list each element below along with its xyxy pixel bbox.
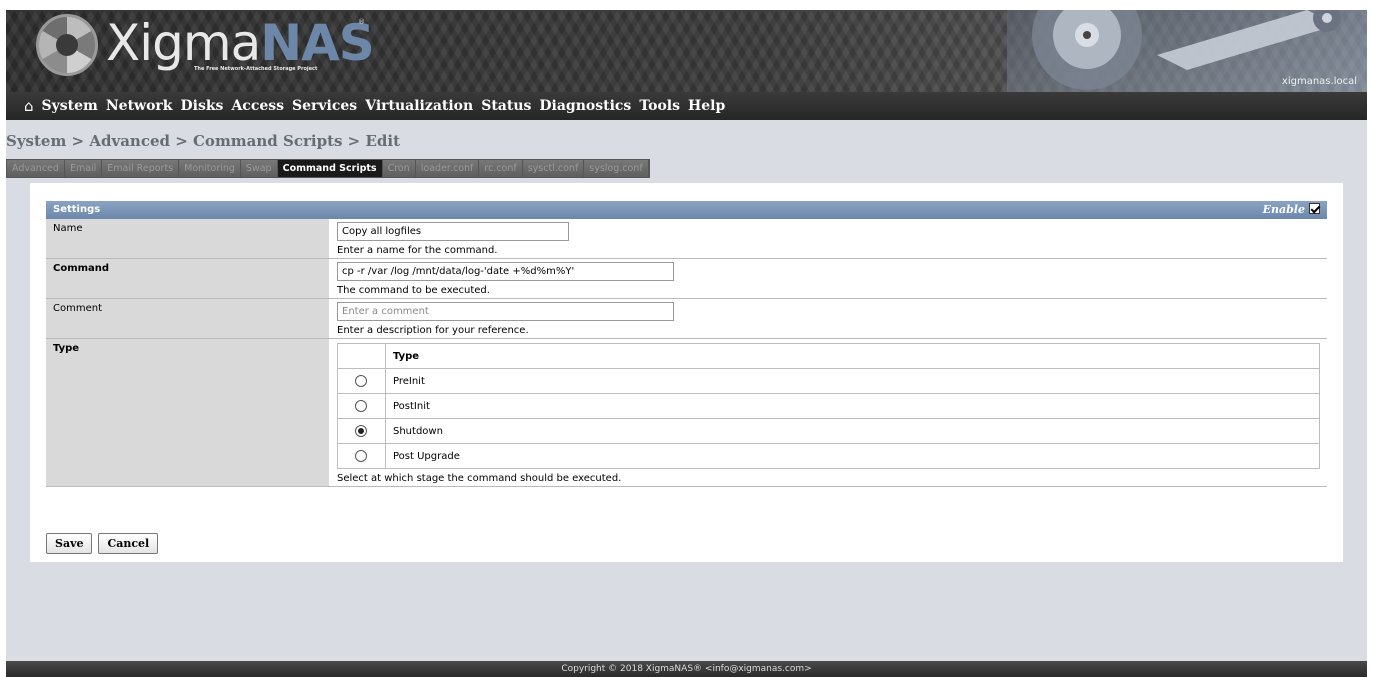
command-label: Command (46, 259, 330, 298)
nav-item-virtualization[interactable]: Virtualization (365, 98, 473, 114)
logo-wheel-icon (36, 14, 98, 76)
enable-label: Enable (1262, 203, 1305, 216)
preinit-radio[interactable] (355, 375, 367, 387)
nav-item-system[interactable]: System (42, 98, 98, 114)
postinit-radio[interactable] (355, 400, 367, 412)
nav-item-network[interactable]: Network (106, 98, 173, 114)
nav-item-services[interactable]: Services (292, 98, 357, 114)
app-frame: XigmaNAS ® The Free Network-Attached Sto… (6, 10, 1367, 677)
type-row: Type Type PreInit PostInit Shutdown Post… (46, 339, 1327, 487)
tab-command-scripts[interactable]: Command Scripts (277, 160, 383, 177)
tab-monitoring[interactable]: Monitoring (179, 160, 241, 177)
command-row: Command cp -r /var /log /mnt/data/log-'d… (46, 259, 1327, 299)
tab-cron[interactable]: Cron (382, 160, 416, 177)
home-icon[interactable]: ⌂ (24, 97, 34, 115)
tab-email[interactable]: Email (64, 160, 103, 177)
logo-text-nas: NAS (260, 14, 375, 72)
save-button[interactable]: Save (46, 533, 93, 554)
comment-input[interactable]: Enter a comment (337, 302, 674, 321)
settings-title: Settings (53, 204, 101, 215)
comment-row: Comment Enter a comment Enter a descript… (46, 299, 1327, 339)
nav-item-disks[interactable]: Disks (181, 98, 224, 114)
logo-tagline: The Free Network-Attached Storage Projec… (194, 66, 318, 72)
form-buttons: Save Cancel (46, 533, 159, 554)
type-description: Select at which stage the command should… (337, 473, 622, 484)
nav-item-diagnostics[interactable]: Diagnostics (539, 98, 631, 114)
footer-copyright: Copyright © 2018 XigmaNAS® <info@xigmana… (6, 661, 1367, 677)
tab-bar: Advanced Email Email Reports Monitoring … (6, 159, 650, 178)
tab-advanced[interactable]: Advanced (7, 160, 65, 177)
type-options-table: Type PreInit PostInit Shutdown Post Upgr… (337, 343, 1320, 469)
nav-item-status[interactable]: Status (481, 98, 531, 114)
command-description: The command to be executed. (337, 285, 490, 296)
header-banner: XigmaNAS ® The Free Network-Attached Sto… (6, 10, 1367, 92)
post-upgrade-radio[interactable] (355, 450, 367, 462)
shutdown-radio[interactable] (355, 425, 367, 437)
type-option-row[interactable]: Post Upgrade (337, 443, 1320, 469)
name-description: Enter a name for the command. (337, 245, 498, 256)
tab-loader-conf[interactable]: loader.conf (415, 160, 480, 177)
comment-description: Enter a description for your reference. (337, 325, 529, 336)
tab-email-reports[interactable]: Email Reports (102, 160, 180, 177)
type-option-label: PostInit (385, 393, 1320, 419)
tab-rc-conf[interactable]: rc.conf (479, 160, 523, 177)
type-column-header: Type (385, 343, 1320, 369)
hostname-label: xigmanas.local (1281, 76, 1357, 87)
logo[interactable]: XigmaNAS (106, 12, 375, 74)
tab-swap[interactable]: Swap (240, 160, 278, 177)
logo-text-xigma: Xigma (106, 14, 261, 72)
tab-sysctl-conf[interactable]: sysctl.conf (522, 160, 585, 177)
content-panel: Settings Enable Name Copy all logfiles E… (30, 183, 1343, 562)
nav-item-tools[interactable]: Tools (639, 98, 680, 114)
nav-item-access[interactable]: Access (231, 98, 284, 114)
type-option-row[interactable]: Shutdown (337, 418, 1320, 444)
command-input[interactable]: cp -r /var /log /mnt/data/log-'date +%d%… (337, 262, 674, 281)
radio-column-header (337, 343, 386, 369)
type-option-row[interactable]: PostInit (337, 393, 1320, 419)
type-option-label: PreInit (385, 368, 1320, 394)
type-option-label: Shutdown (385, 418, 1320, 444)
enable-checkbox[interactable] (1309, 203, 1320, 214)
name-input[interactable]: Copy all logfiles (337, 222, 569, 241)
nav-item-help[interactable]: Help (688, 98, 725, 114)
type-option-row[interactable]: PreInit (337, 368, 1320, 394)
enable-toggle[interactable]: Enable (1263, 201, 1320, 219)
logo-registered-mark: ® (358, 18, 365, 26)
settings-section-header: Settings Enable (46, 201, 1327, 219)
name-label: Name (46, 219, 330, 258)
settings-table: Settings Enable Name Copy all logfiles E… (46, 201, 1327, 487)
comment-label: Comment (46, 299, 330, 338)
type-label: Type (46, 339, 330, 486)
tab-syslog-conf[interactable]: syslog.conf (584, 160, 649, 177)
name-row: Name Copy all logfiles Enter a name for … (46, 219, 1327, 259)
breadcrumb: System > Advanced > Command Scripts > Ed… (6, 132, 401, 150)
type-option-label: Post Upgrade (385, 443, 1320, 469)
cancel-button[interactable]: Cancel (98, 533, 159, 554)
main-nav: ⌂ System Network Disks Access Services V… (6, 92, 1367, 120)
